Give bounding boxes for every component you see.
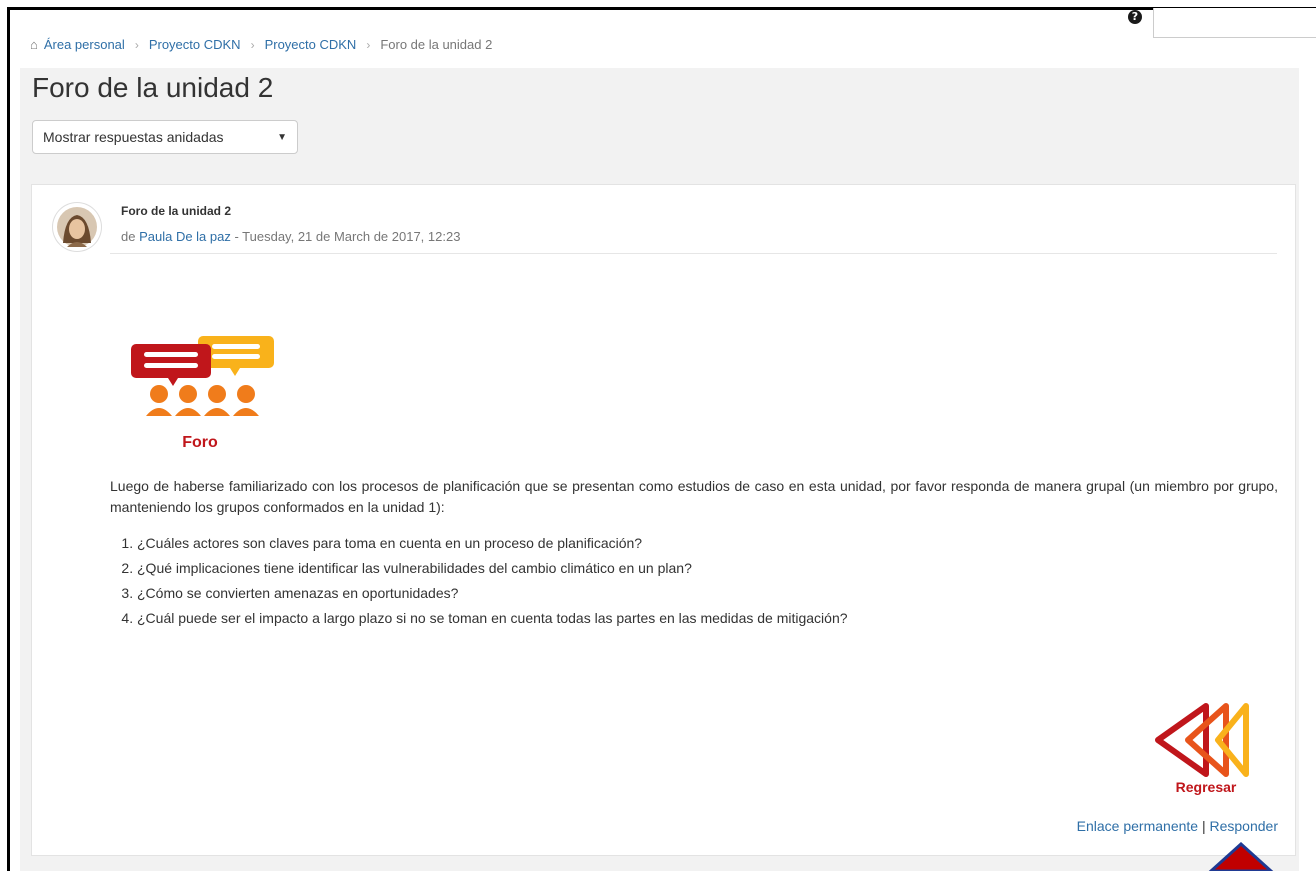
post-content: Luego de haberse familiarizado con los p… bbox=[110, 476, 1278, 518]
search-input[interactable] bbox=[1153, 8, 1316, 38]
breadcrumb: ⌂ Área personal › Proyecto CDKN › Proyec… bbox=[30, 37, 492, 52]
screenshot-frame-left bbox=[7, 7, 10, 871]
permalink-link[interactable]: Enlace permanente bbox=[1077, 818, 1198, 834]
list-item: ¿Cuáles actores son claves para toma en … bbox=[137, 535, 848, 560]
breadcrumb-area-personal[interactable]: Área personal bbox=[44, 37, 125, 52]
post-actions: Enlace permanente | Responder bbox=[1077, 818, 1278, 834]
display-mode-value: Mostrar respuestas anidadas bbox=[43, 129, 224, 145]
help-icon[interactable]: ? bbox=[1128, 10, 1142, 24]
author-link[interactable]: Paula De la paz bbox=[139, 229, 231, 244]
forum-post bbox=[31, 184, 1296, 856]
post-intro: Luego de haberse familiarizado con los p… bbox=[110, 478, 1278, 515]
post-subject: Foro de la unidad 2 bbox=[121, 204, 232, 218]
action-separator: | bbox=[1198, 818, 1210, 834]
question-list: ¿Cuáles actores son claves para toma en … bbox=[110, 535, 848, 635]
list-item: ¿Cómo se convierten amenazas en oportuni… bbox=[137, 585, 848, 610]
author-prefix: de bbox=[121, 229, 140, 244]
screenshot-frame-top bbox=[7, 7, 1316, 10]
breadcrumb-separator: › bbox=[366, 37, 371, 52]
divider bbox=[110, 253, 1277, 254]
post-date: - Tuesday, 21 de March de 2017, 12:23 bbox=[230, 229, 461, 244]
breadcrumb-current: Foro de la unidad 2 bbox=[380, 37, 493, 52]
breadcrumb-proyecto-cdkn-2[interactable]: Proyecto CDKN bbox=[265, 37, 357, 52]
breadcrumb-proyecto-cdkn[interactable]: Proyecto CDKN bbox=[149, 37, 241, 52]
breadcrumb-separator: › bbox=[250, 37, 255, 52]
regresar-back-icon[interactable]: Regresar bbox=[1148, 700, 1258, 798]
foro-label: Foro bbox=[182, 434, 218, 449]
reply-link[interactable]: Responder bbox=[1210, 818, 1279, 834]
post-meta: de Paula De la paz - Tuesday, 21 de Marc… bbox=[121, 229, 460, 244]
regresar-label: Regresar bbox=[1176, 779, 1237, 795]
foro-icon: Foro bbox=[131, 336, 274, 449]
avatar[interactable] bbox=[53, 203, 101, 251]
list-item: ¿Cuál puede ser el impacto a largo plazo… bbox=[137, 610, 848, 635]
list-item: ¿Qué implicaciones tiene identificar las… bbox=[137, 560, 848, 585]
chevron-down-icon: ▼ bbox=[277, 131, 287, 143]
arrow-up-icon bbox=[1208, 842, 1274, 871]
home-icon: ⌂ bbox=[30, 37, 38, 52]
page-title: Foro de la unidad 2 bbox=[32, 72, 274, 103]
display-mode-select[interactable]: Mostrar respuestas anidadas ▼ bbox=[32, 120, 298, 154]
breadcrumb-separator: › bbox=[134, 37, 139, 52]
